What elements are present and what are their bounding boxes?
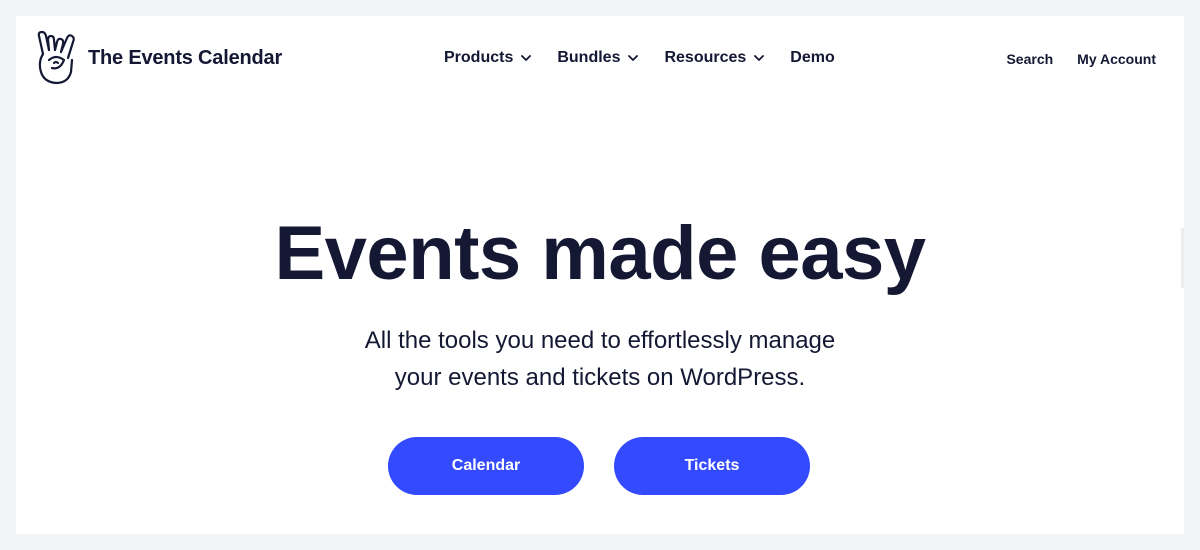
chevron-down-icon (628, 54, 639, 61)
main-nav: Products Bundles Resources Demo (444, 49, 835, 67)
my-account-link[interactable]: My Account (1077, 51, 1156, 67)
nav-item-demo[interactable]: Demo (790, 49, 834, 67)
tickets-button[interactable]: Tickets (614, 437, 810, 495)
brand-name: The Events Calendar (88, 46, 283, 69)
brand-logo-link[interactable]: The Events Calendar (34, 30, 282, 86)
nav-item-label: Bundles (557, 49, 621, 66)
hero-subtitle-line-1: All the tools you need to effortlessly m… (364, 327, 836, 354)
search-link[interactable]: Search (1006, 51, 1053, 67)
page-frame: The Events Calendar Products Bundles Res… (16, 16, 1184, 534)
hero-title: Events made easy (274, 211, 926, 296)
nav-item-products[interactable]: Products (444, 49, 532, 67)
chevron-down-icon (754, 54, 765, 61)
nav-item-label: Resources (664, 49, 747, 66)
hero-subtitle: All the tools you need to effortlessly m… (300, 322, 900, 396)
hero-subtitle-line-2: your events and tickets on WordPress. (394, 364, 806, 391)
nav-item-label: Demo (790, 49, 835, 66)
nav-item-label: Products (444, 49, 514, 66)
side-tab[interactable] (1181, 228, 1184, 288)
utility-nav: Search My Account (982, 51, 1156, 67)
nav-item-bundles[interactable]: Bundles (557, 49, 639, 67)
rock-hand-icon (34, 30, 80, 86)
calendar-button[interactable]: Calendar (388, 437, 584, 495)
nav-item-resources[interactable]: Resources (664, 49, 765, 67)
chevron-down-icon (521, 54, 532, 61)
